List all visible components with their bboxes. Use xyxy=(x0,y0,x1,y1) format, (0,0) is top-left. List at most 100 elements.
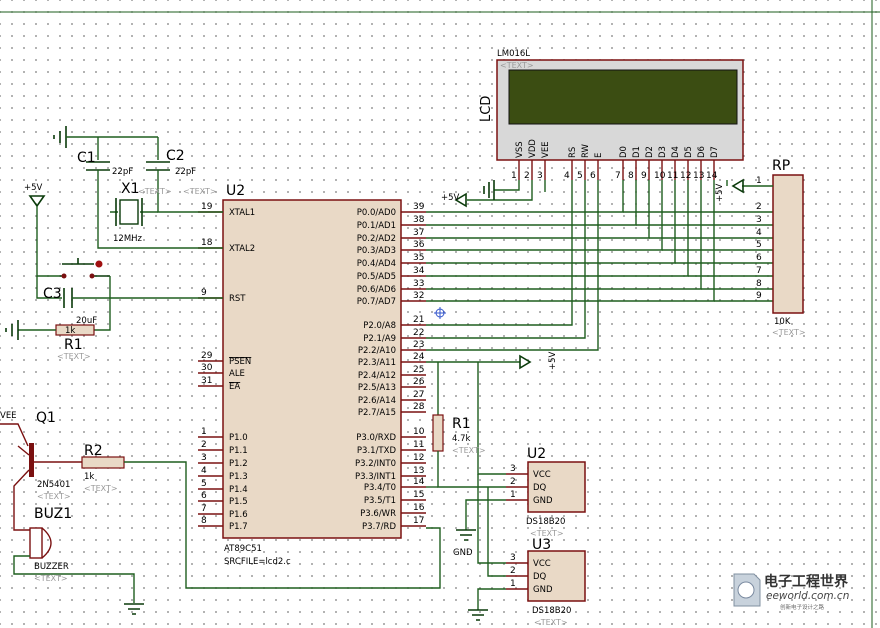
mcu-pin-number: 24 xyxy=(413,352,425,362)
lcd-ground-symbol xyxy=(483,180,495,200)
mcu-pin-number: 33 xyxy=(413,279,424,289)
buzzer-text-tag: <TEXT> xyxy=(34,574,68,583)
sensor-pin-number: 1 xyxy=(510,579,516,589)
vcc-label-lcd-bl: +5V xyxy=(715,183,725,202)
mcu-pin-number: 2 xyxy=(201,440,207,450)
schematic-svg: LM016L <TEXT> LCD VSS 1 VDD 2 VEE 3 RS 4 RW 5 E 6 D0… xyxy=(0,0,880,628)
mcu-pin-number: 16 xyxy=(413,503,425,513)
sensor2-model: DS18B20 xyxy=(532,606,571,616)
r1-right-body xyxy=(432,414,444,452)
c3-label: C3 xyxy=(43,286,62,302)
rp-value: 10K xyxy=(774,317,791,327)
q1-body xyxy=(29,443,34,477)
crystal-body xyxy=(119,199,139,225)
mcu-pin-number: 26 xyxy=(413,377,425,387)
rp-pin-number: 9 xyxy=(756,291,762,301)
lcd-module[interactable]: LM016L <TEXT> LCD VSS 1 VDD 2 VEE 3 RS 4 RW 5 E 6 D0… xyxy=(479,49,744,181)
lcd-pin-name: D4 xyxy=(671,146,681,158)
mcu-pin-number: 29 xyxy=(201,351,213,361)
lcd-model: LM016L xyxy=(497,49,530,59)
rp-pin-number: 8 xyxy=(756,279,762,289)
q1-ref: Q1 xyxy=(36,410,56,426)
sensor1-model: DS18B20 xyxy=(526,517,565,527)
lcd-pin-name: D0 xyxy=(619,146,629,158)
mcu-pin-number: 7 xyxy=(201,504,207,514)
mcu-pin-name: P0.3/AD3 xyxy=(357,246,396,256)
mcu-pin-number: 6 xyxy=(201,491,207,501)
mcu-pin-number: 32 xyxy=(413,291,424,301)
sensor-pin-name: VCC xyxy=(533,559,551,569)
vcc-label-reset: +5V xyxy=(24,183,43,193)
sensor-pin-number: 1 xyxy=(510,490,516,500)
buzzer-body xyxy=(29,527,43,559)
reset-section[interactable] xyxy=(5,195,223,340)
mcu-pin-number: 28 xyxy=(413,402,425,412)
r2-ref: R2 xyxy=(84,443,103,459)
mcu-pin-name: P0.7/AD7 xyxy=(357,297,396,307)
lcd-pin-name: D3 xyxy=(658,146,668,158)
sensor-section[interactable] xyxy=(426,354,586,621)
mcu-pin-name: P0.0/AD0 xyxy=(357,208,396,218)
sensor1-ground-symbol xyxy=(456,529,476,541)
vcc-label-sensor: +5V xyxy=(548,351,558,370)
buzzer-ground-symbol xyxy=(124,603,144,615)
mcu-pin-number: 17 xyxy=(413,516,424,526)
mcu-model: AT89C51 xyxy=(224,544,262,554)
mcu-pin-name: P2.1/A9 xyxy=(363,334,396,344)
mcu-pin-number: 22 xyxy=(413,328,424,338)
rp-text-tag: <TEXT> xyxy=(772,328,806,337)
clock-ground-symbol xyxy=(53,126,67,148)
mcu-pin-number: 4 xyxy=(201,466,207,476)
mcu-pin-name: P1.6 xyxy=(229,510,248,520)
mcu-pin-name: P2.6/A14 xyxy=(358,396,396,406)
r2-text-tag: <TEXT> xyxy=(84,484,118,493)
mcu-pin-number: 31 xyxy=(201,376,212,386)
lcd-pin-name: VEE xyxy=(541,141,551,158)
mcu-pin-name: P1.0 xyxy=(229,433,248,443)
watermark-logo: 电子工程世界 eeworld.com.cn 创新电子设计之路 xyxy=(728,568,874,614)
sensor2-text-tag: <TEXT> xyxy=(534,618,568,627)
sensor-pin-number: 3 xyxy=(510,553,516,563)
rp-wires xyxy=(623,211,773,302)
lcd-pin-name: D5 xyxy=(684,146,694,158)
mcu-pin-name: P2.3/A11 xyxy=(358,358,396,368)
mcu-pin-name: P1.2 xyxy=(229,459,248,469)
r1-right-text-tag: <TEXT> xyxy=(452,446,486,455)
sensor-pin-name: GND xyxy=(533,496,553,506)
mcu-pin-number: 34 xyxy=(413,266,425,276)
mcu-pin-name: P2.0/A8 xyxy=(363,321,396,331)
lcd-pin-number: 11 xyxy=(667,171,678,181)
mcu-pin-name: P3.7/RD xyxy=(362,522,396,532)
lcd-pin-name: D2 xyxy=(645,146,655,158)
mcu-pin-number: 18 xyxy=(201,238,213,248)
mcu-pin-name: P0.6/AD6 xyxy=(357,285,396,295)
watermark-slogan: 创新电子设计之路 xyxy=(780,603,825,611)
rp-pin-number: 6 xyxy=(756,253,762,263)
lcd-pin-number: 14 xyxy=(706,171,718,181)
mcu-pin-name: PSEN xyxy=(229,357,251,367)
mcu-pin-number: 11 xyxy=(413,440,424,450)
lcd-pin-number: 1 xyxy=(511,171,517,181)
lcd-pin-number: 9 xyxy=(641,171,647,181)
mcu-pin-name: P1.4 xyxy=(229,485,248,495)
mcu-pin-name: P2.5/A13 xyxy=(358,383,396,393)
mcu-pin-name: P1.1 xyxy=(229,446,248,456)
r1-right-ref: R1 xyxy=(452,416,471,432)
mcu-chip[interactable]: U2 <TEXT> AT89C51 SRCFILE=lcd2.c 19XTAL1… xyxy=(183,183,426,567)
probe-marker[interactable] xyxy=(434,307,446,319)
lcd-pin-number: 8 xyxy=(628,171,634,181)
lcd-pin-name: D1 xyxy=(632,146,642,158)
mcu-pin-number: 3 xyxy=(201,453,207,463)
mcu-pin-name: P0.4/AD4 xyxy=(357,259,396,269)
mcu-pin-name: P3.1/TXD xyxy=(357,446,397,456)
resistor-pack[interactable]: RP 10K <TEXT> 1 2 3 4 5 6 7 8 9 xyxy=(731,158,806,337)
mcu-pin-name: EA xyxy=(229,382,240,392)
sensor2-ground-symbol xyxy=(468,609,488,621)
mcu-pin-number: 27 xyxy=(413,390,424,400)
rp-pin-number: 1 xyxy=(756,176,762,186)
lcd-pin-number: 7 xyxy=(615,171,621,181)
mcu-pin-name: P1.5 xyxy=(229,497,248,507)
reset-ground-symbol xyxy=(5,320,19,340)
rp-vcc-arrow xyxy=(731,178,744,194)
mcu-pin-name: XTAL1 xyxy=(229,208,255,218)
